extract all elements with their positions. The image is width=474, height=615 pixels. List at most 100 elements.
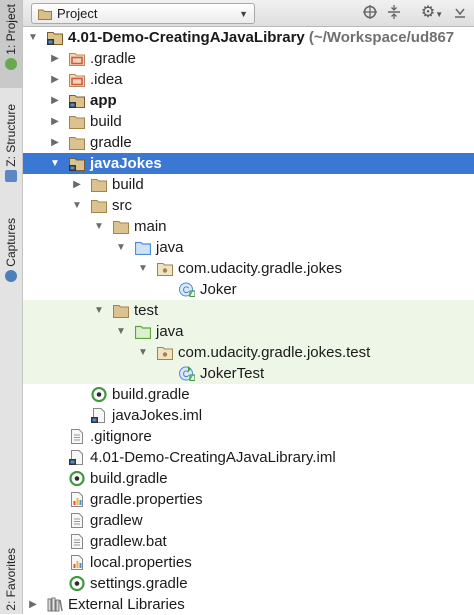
tree-item-label: build.gradle xyxy=(112,386,190,403)
gradle-icon xyxy=(69,576,85,591)
properties-icon xyxy=(71,555,83,570)
tree-item-label: javaJokes.iml xyxy=(112,407,203,424)
tree-item-javajokes-iml[interactable]: javaJokes.iml xyxy=(23,405,474,426)
chevron-down-icon[interactable]: ▼ xyxy=(27,27,39,48)
tree-item-4-01-demo-creatingajavalibrary[interactable]: ▼ 4.01-Demo-CreatingAJavaLibrary (~/Works… xyxy=(23,27,474,48)
tab-structure-label: Z: Structure xyxy=(4,104,18,167)
file-icon xyxy=(71,513,83,528)
tree-item-src[interactable]: ▼ src xyxy=(23,195,474,216)
tree-item-joker[interactable]: C Joker xyxy=(23,279,474,300)
chevron-down-icon[interactable]: ▼ xyxy=(49,153,61,174)
tree-item-java[interactable]: ▼ java xyxy=(23,237,474,258)
tree-item-label: com.udacity.gradle.jokes.test xyxy=(178,344,371,361)
tree-item-external-libraries[interactable]: ▶ External Libraries xyxy=(23,594,474,615)
tree-item-gradle[interactable]: ▶ .gradle xyxy=(23,48,474,69)
chevron-right-icon[interactable]: ▶ xyxy=(27,594,39,615)
package-icon xyxy=(157,263,173,276)
chevron-down-icon[interactable]: ▼ xyxy=(115,321,127,342)
tool-window-stripe: 1: Project Z: Structure Captures 2: Favo… xyxy=(0,0,23,614)
tree-item-gradlew-bat[interactable]: gradlew.bat xyxy=(23,531,474,552)
chevron-down-icon[interactable]: ▼ xyxy=(93,300,105,321)
tree-item-label: local.properties xyxy=(90,554,192,571)
svg-text:C: C xyxy=(183,285,190,295)
gear-icon[interactable]: ⚙▼ xyxy=(419,4,445,21)
hide-icon[interactable] xyxy=(451,4,469,21)
tree-item-label: gradle.properties xyxy=(90,491,203,508)
folder-green-icon xyxy=(135,325,151,339)
tab-favorites[interactable]: 2: Favorites xyxy=(0,548,22,611)
folder-red-icon xyxy=(69,53,85,66)
collapse-icon[interactable] xyxy=(385,4,403,21)
tree-item-gradle-properties[interactable]: gradle.properties xyxy=(23,489,474,510)
target-icon[interactable] xyxy=(361,4,379,21)
file-icon xyxy=(71,534,83,549)
chevron-right-icon[interactable]: ▶ xyxy=(49,132,61,153)
tree-item-label: JokerTest xyxy=(200,365,265,382)
tab-project-label: 1: Project xyxy=(4,4,18,55)
view-selector[interactable]: Project ▼ xyxy=(31,3,255,24)
tree-item-javajokes[interactable]: ▼ javaJokes xyxy=(23,153,474,174)
tree-item-app[interactable]: ▶ app xyxy=(23,90,474,111)
tab-structure[interactable]: Z: Structure xyxy=(0,104,22,182)
tree-item-label: app xyxy=(90,92,117,109)
tree-item-settings-gradle[interactable]: settings.gradle xyxy=(23,573,474,594)
tree-item-build-gradle[interactable]: build.gradle xyxy=(23,468,474,489)
folder-icon xyxy=(91,179,107,192)
tree-item-jokertest[interactable]: C JokerTest xyxy=(23,363,474,384)
tab-captures[interactable]: Captures xyxy=(0,218,22,282)
chevron-down-icon[interactable]: ▼ xyxy=(115,237,127,258)
folder-icon xyxy=(91,200,107,213)
project-path: (~/Workspace/ud867 xyxy=(304,29,455,46)
gradle-icon xyxy=(69,471,85,486)
chevron-right-icon[interactable]: ▶ xyxy=(49,111,61,132)
tree-item-gitignore[interactable]: .gitignore xyxy=(23,426,474,447)
tab-favorites-label: 2: Favorites xyxy=(4,548,18,611)
folder-icon xyxy=(69,116,85,129)
file-icon xyxy=(71,429,83,444)
tree-item-java[interactable]: ▼ java xyxy=(23,321,474,342)
tree-item-com-udacity-gradle-jokes-test[interactable]: ▼ com.udacity.gradle.jokes.test xyxy=(23,342,474,363)
chevron-down-icon[interactable]: ▼ xyxy=(137,342,149,363)
tree-item-local-properties[interactable]: local.properties xyxy=(23,552,474,573)
project-panel: Project ▼ ⚙▼ ▼ 4.01-Demo-CreatingAJavaLib… xyxy=(23,0,474,614)
chevron-right-icon[interactable]: ▶ xyxy=(49,69,61,90)
chevron-right-icon[interactable]: ▶ xyxy=(49,90,61,111)
tree-item-gradle[interactable]: ▶ gradle xyxy=(23,132,474,153)
iml-icon xyxy=(91,408,105,423)
tree-item-label: gradlew xyxy=(90,512,143,529)
library-icon xyxy=(47,597,63,612)
module-icon xyxy=(69,158,85,171)
tree-item-4-01-demo-creatingajavalibrary-iml[interactable]: 4.01-Demo-CreatingAJavaLibrary.iml xyxy=(23,447,474,468)
tree-item-label: src xyxy=(112,197,132,214)
tree-item-test[interactable]: ▼ test xyxy=(23,300,474,321)
structure-icon xyxy=(5,169,17,182)
tree-item-label: build xyxy=(112,176,144,193)
chevron-right-icon[interactable]: ▶ xyxy=(49,48,61,69)
tree-item-build[interactable]: ▶ build xyxy=(23,111,474,132)
tab-project[interactable]: 1: Project xyxy=(0,0,22,88)
module-icon xyxy=(47,32,63,45)
tree-item-label: .gradle xyxy=(90,50,136,67)
folder-icon xyxy=(38,9,52,20)
tree-item-build[interactable]: ▶ build xyxy=(23,174,474,195)
tree-item-build-gradle[interactable]: build.gradle xyxy=(23,384,474,405)
folder-icon xyxy=(69,137,85,150)
tree-item-gradlew[interactable]: gradlew xyxy=(23,510,474,531)
tree-item-idea[interactable]: ▶ .idea xyxy=(23,69,474,90)
tree-item-label: com.udacity.gradle.jokes xyxy=(178,260,342,277)
tree-item-label: main xyxy=(134,218,167,235)
module-icon xyxy=(69,95,85,108)
tree-item-label: gradle xyxy=(90,134,132,151)
class-icon: C xyxy=(179,282,195,297)
tree-item-com-udacity-gradle-jokes[interactable]: ▼ com.udacity.gradle.jokes xyxy=(23,258,474,279)
chevron-down-icon[interactable]: ▼ xyxy=(93,216,105,237)
folder-blue-icon xyxy=(135,241,151,255)
chevron-down-icon[interactable]: ▼ xyxy=(71,195,83,216)
chevron-right-icon[interactable]: ▶ xyxy=(71,174,83,195)
tree-item-label: build xyxy=(90,113,122,130)
gradle-icon xyxy=(91,387,107,402)
dropdown-icon: ▼ xyxy=(239,8,248,19)
captures-icon xyxy=(5,269,17,282)
chevron-down-icon[interactable]: ▼ xyxy=(137,258,149,279)
tree-item-main[interactable]: ▼ main xyxy=(23,216,474,237)
